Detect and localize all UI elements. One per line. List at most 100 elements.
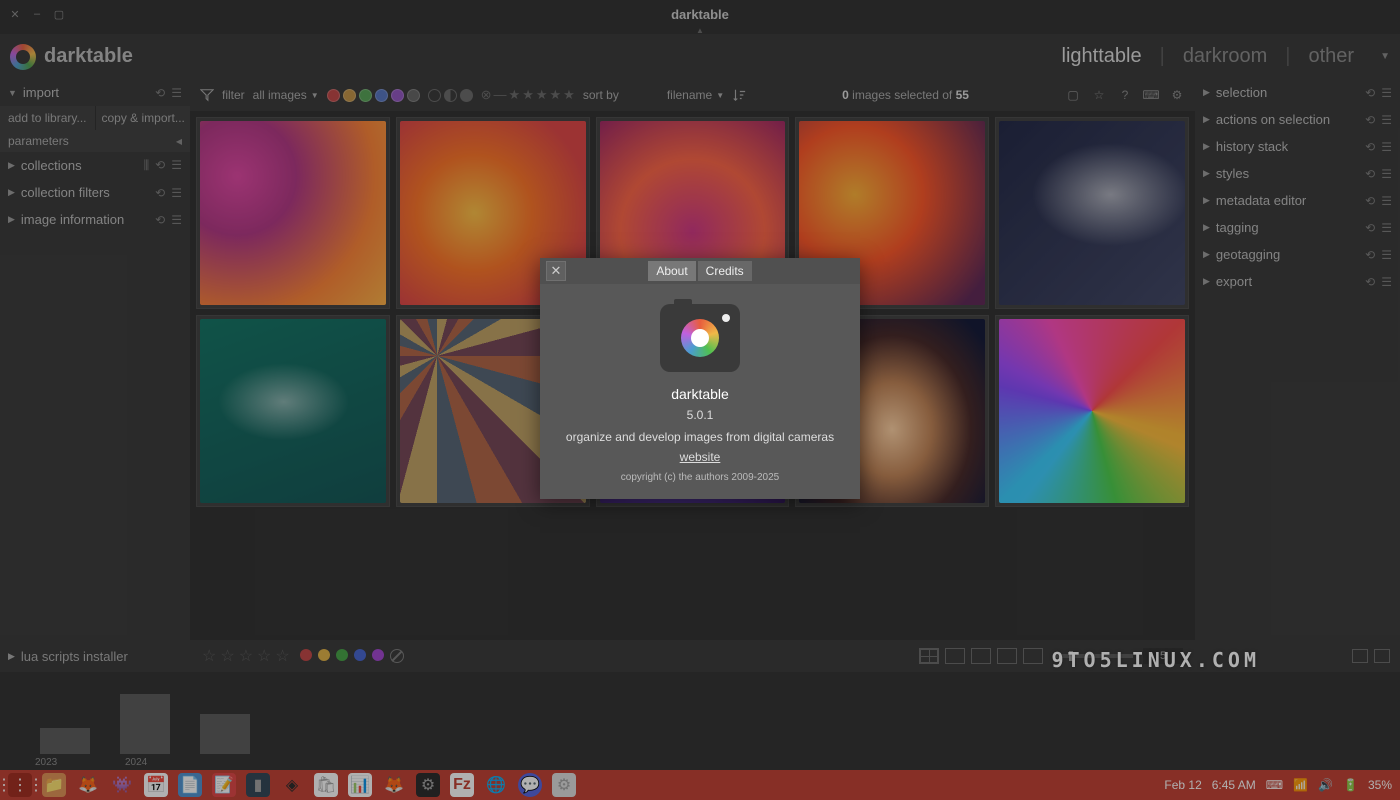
color-green-icon[interactable] xyxy=(359,89,372,102)
color-yellow-icon[interactable] xyxy=(343,89,356,102)
reset-icon[interactable]: ⟲ xyxy=(1365,248,1375,262)
keyboard-icon[interactable]: ⌨ xyxy=(1266,778,1283,792)
window-close-icon[interactable]: ✕ xyxy=(8,7,22,21)
menu-icon[interactable]: ☰ xyxy=(171,86,182,100)
thumbnail[interactable] xyxy=(995,117,1189,309)
chromium-icon[interactable]: 🌐 xyxy=(484,773,508,797)
altered-filter[interactable] xyxy=(428,89,473,102)
list-icon[interactable]: ⫼ xyxy=(144,158,150,173)
panel-export[interactable]: ▶export⟲☰ xyxy=(1195,268,1400,295)
grid-view-icon[interactable] xyxy=(919,648,939,664)
reset-icon[interactable]: ⟲ xyxy=(1365,86,1375,100)
panel-lua-scripts[interactable]: ▶ lua scripts installer xyxy=(0,640,190,672)
filter-icon[interactable] xyxy=(200,88,214,102)
filter-selector[interactable]: all images ▼ xyxy=(253,88,319,102)
panel-selection[interactable]: ▶selection⟲☰ xyxy=(1195,79,1400,106)
taskbar-time[interactable]: 6:45 AM xyxy=(1212,778,1256,792)
volume-icon[interactable]: 🔊 xyxy=(1318,778,1333,792)
view-darkroom-tab[interactable]: darkroom xyxy=(1183,45,1267,68)
view-lighttable-tab[interactable]: lighttable xyxy=(1062,45,1142,68)
website-link[interactable]: website xyxy=(556,450,844,464)
star-icon[interactable]: ☆ xyxy=(202,646,216,666)
star-icon[interactable]: ★ xyxy=(536,87,548,103)
star-icon[interactable]: ☆ xyxy=(239,646,253,666)
star-icon[interactable]: ☆ xyxy=(257,646,271,666)
half-circle-icon[interactable] xyxy=(444,89,457,102)
panel-image-information[interactable]: ▶ image information ⟲☰ xyxy=(0,206,190,233)
calendar-icon[interactable]: 📅 xyxy=(144,773,168,797)
panel-actions[interactable]: ▶actions on selection⟲☰ xyxy=(1195,106,1400,133)
view-other-tab[interactable]: other xyxy=(1309,45,1355,68)
thumbnail[interactable] xyxy=(196,117,390,309)
battery-icon[interactable]: 🔋 xyxy=(1343,778,1358,792)
culling-dynamic-icon[interactable] xyxy=(997,648,1017,664)
tab-about[interactable]: About xyxy=(648,261,695,281)
terminal-icon[interactable]: 👾 xyxy=(110,773,134,797)
panel-styles[interactable]: ▶styles⟲☰ xyxy=(1195,160,1400,187)
boxes-icon[interactable]: ◈ xyxy=(280,773,304,797)
files-icon[interactable]: 📁 xyxy=(42,773,66,797)
rating-stars[interactable]: ☆☆☆☆☆ xyxy=(202,646,290,666)
panel-collection-filters[interactable]: ▶ collection filters ⟲☰ xyxy=(0,179,190,206)
reset-icon[interactable]: ⟲ xyxy=(1365,221,1375,235)
timeline-bar[interactable] xyxy=(40,728,90,754)
monitor-icon[interactable]: 📊 xyxy=(348,773,372,797)
tab-credits[interactable]: Credits xyxy=(698,261,752,281)
color-purple-icon[interactable] xyxy=(391,89,404,102)
taskbar-date[interactable]: Feb 12 xyxy=(1164,778,1201,792)
parameters-row[interactable]: parameters ◀ xyxy=(0,130,190,152)
menu-icon[interactable]: ☰ xyxy=(171,158,182,173)
panel-history[interactable]: ▶history stack⟲☰ xyxy=(1195,133,1400,160)
circle-icon[interactable] xyxy=(428,89,441,102)
wifi-icon[interactable]: 📶 xyxy=(1293,778,1308,792)
dash-icon[interactable]: — xyxy=(494,87,507,103)
overlay-icon[interactable]: ▢ xyxy=(1065,87,1081,103)
reset-icon[interactable]: ⟲ xyxy=(1365,194,1375,208)
preferences-icon[interactable]: ⚙ xyxy=(1169,87,1185,103)
software-icon[interactable]: 🛍 xyxy=(314,773,338,797)
panel-tagging[interactable]: ▶tagging⟲☰ xyxy=(1195,214,1400,241)
menu-icon[interactable]: ☰ xyxy=(1381,221,1392,235)
color-red-icon[interactable] xyxy=(327,89,340,102)
thumbnail[interactable] xyxy=(995,315,1189,507)
notes-icon[interactable]: 📝 xyxy=(212,773,236,797)
dot-green-icon[interactable] xyxy=(336,649,348,661)
menu-icon[interactable]: ☰ xyxy=(1381,194,1392,208)
thumbnail[interactable] xyxy=(196,315,390,507)
menu-icon[interactable]: ☰ xyxy=(171,186,182,200)
timeline-bar[interactable] xyxy=(120,694,170,754)
reject-icon[interactable]: ⊗ xyxy=(481,87,492,103)
reset-icon[interactable]: ⟲ xyxy=(1365,275,1375,289)
full-circle-icon[interactable] xyxy=(460,89,473,102)
window-maximize-icon[interactable]: ▢ xyxy=(52,7,66,21)
color-grey-icon[interactable] xyxy=(407,89,420,102)
panel-geotagging[interactable]: ▶geotagging⟲☰ xyxy=(1195,241,1400,268)
reset-icon[interactable]: ⟲ xyxy=(1365,113,1375,127)
dot-yellow-icon[interactable] xyxy=(318,649,330,661)
star-icon[interactable]: ★ xyxy=(509,87,521,103)
reset-icon[interactable]: ⟲ xyxy=(155,186,165,200)
gimp-icon[interactable]: 🦊 xyxy=(382,773,406,797)
sort-direction-icon[interactable] xyxy=(732,88,746,102)
firefox-icon[interactable]: 🦊 xyxy=(76,773,100,797)
add-to-library-button[interactable]: add to library... xyxy=(0,106,96,130)
star-icon[interactable]: ☆ xyxy=(275,646,289,666)
panel-metadata[interactable]: ▶metadata editor⟲☰ xyxy=(1195,187,1400,214)
close-icon[interactable]: ✕ xyxy=(546,261,566,281)
signal-icon[interactable]: 💬 xyxy=(518,773,542,797)
star-icon[interactable]: ★ xyxy=(522,87,534,103)
star-icon[interactable]: ★ xyxy=(550,87,562,103)
reset-icon[interactable]: ⟲ xyxy=(155,158,165,173)
reset-icon[interactable]: ⟲ xyxy=(155,213,165,227)
star-icon[interactable]: ★ xyxy=(563,87,575,103)
dot-purple-icon[interactable] xyxy=(372,649,384,661)
view-dropdown-icon[interactable]: ▼ xyxy=(1380,51,1390,62)
color-filter-circles[interactable] xyxy=(327,89,420,102)
settings-icon[interactable]: ⚙ xyxy=(552,773,576,797)
filezilla-icon[interactable]: Fz xyxy=(450,773,474,797)
zoomable-view-icon[interactable] xyxy=(945,648,965,664)
menu-icon[interactable]: ☰ xyxy=(171,213,182,227)
timeline[interactable]: 2023 2024 xyxy=(0,672,1400,772)
reset-icon[interactable]: ⟲ xyxy=(1365,140,1375,154)
menu-icon[interactable]: ☰ xyxy=(1381,275,1392,289)
